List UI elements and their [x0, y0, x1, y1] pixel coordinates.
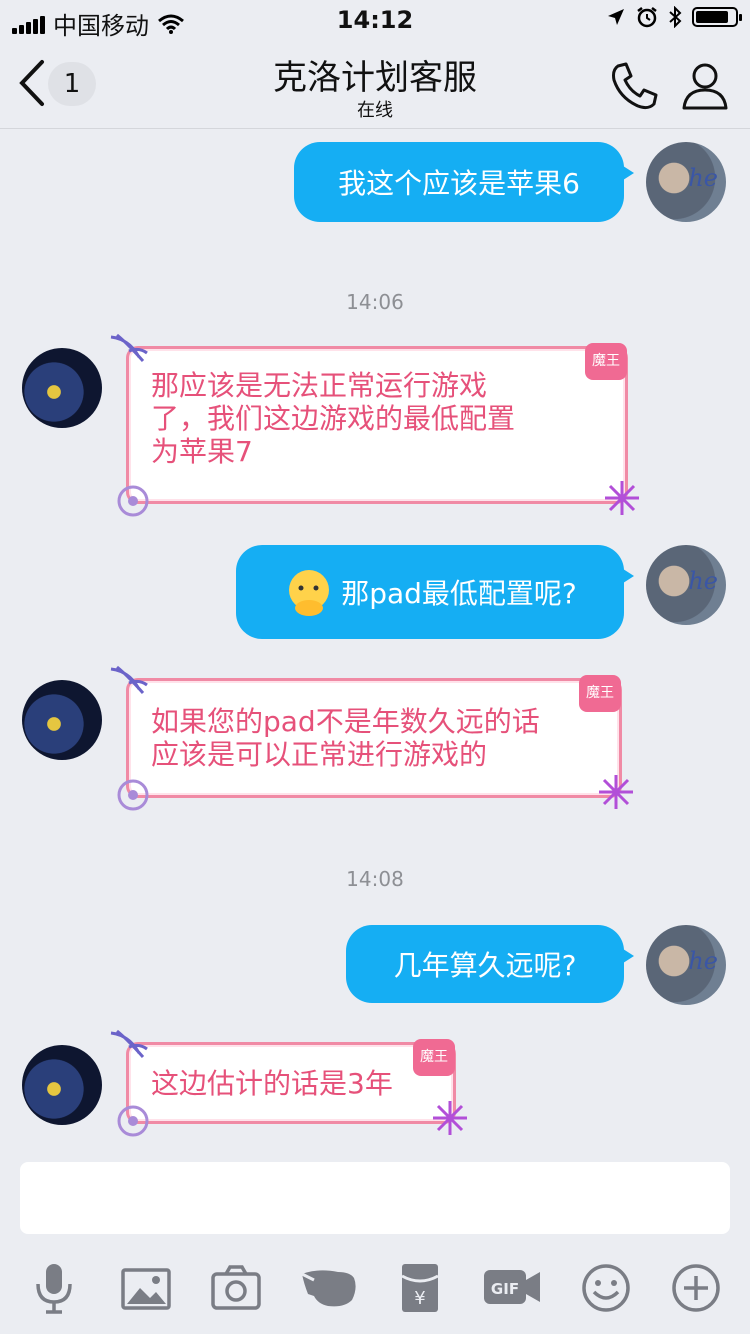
snowflake-decoration-icon: [433, 1101, 467, 1135]
bird-decoration-icon: [110, 333, 148, 362]
emoji-icon[interactable]: [578, 1260, 634, 1316]
status-bar: 中国移动 14:12: [0, 0, 750, 40]
my-message-bubble[interactable]: 那pad最低配置呢?: [236, 545, 634, 639]
my-avatar[interactable]: he: [646, 925, 726, 1005]
flower-decoration-icon: [117, 779, 149, 811]
snowflake-decoration-icon: [599, 775, 633, 809]
plus-icon[interactable]: [668, 1260, 724, 1316]
flower-decoration-icon: [117, 1105, 149, 1137]
flower-decoration-icon: [117, 485, 149, 517]
support-avatar[interactable]: [22, 1045, 102, 1125]
mic-icon[interactable]: [26, 1260, 82, 1316]
support-message-bubble[interactable]: 魔王 那应该是无法正常运行游戏 了，我们这边游戏的最低配置 为苹果7: [110, 333, 639, 517]
message-line: 了，我们这边游戏的最低配置: [151, 402, 516, 435]
svg-text:GIF: GIF: [491, 1280, 519, 1298]
message-input[interactable]: [20, 1162, 730, 1234]
message-text: 我这个应该是苹果6: [338, 167, 580, 200]
battery-icon: [692, 7, 742, 27]
role-tag: 魔王: [579, 675, 621, 712]
phone-icon[interactable]: [608, 60, 660, 112]
shy-emoji-icon: [289, 570, 330, 616]
snowflake-decoration-icon: [605, 481, 639, 515]
camera-icon[interactable]: [208, 1260, 264, 1316]
my-message-bubble[interactable]: 几年算久远呢?: [346, 925, 634, 1003]
message-text: 那pad最低配置呢?: [341, 577, 577, 610]
support-message-bubble[interactable]: 魔王 这边估计的话是3年: [110, 1029, 467, 1137]
message-line: 如果您的pad不是年数久远的话: [151, 705, 540, 738]
timestamp: 14:06: [346, 290, 404, 314]
role-tag: 魔王: [585, 343, 627, 380]
my-message-bubble[interactable]: 我这个应该是苹果6: [294, 142, 634, 222]
my-avatar[interactable]: he: [646, 142, 726, 222]
bird-decoration-icon: [110, 665, 148, 694]
timestamp: 14:08: [346, 867, 404, 891]
svg-text:¥: ¥: [414, 1288, 425, 1309]
gif-icon[interactable]: GIF: [482, 1260, 542, 1316]
bird-decoration-icon: [110, 1029, 148, 1058]
profile-icon[interactable]: [680, 60, 730, 112]
hand-icon[interactable]: [298, 1260, 360, 1316]
message-line: 那应该是无法正常运行游戏: [151, 369, 488, 402]
chat-header: 1 克洛计划客服 在线: [0, 40, 750, 129]
message-line: 应该是可以正常进行游戏的: [151, 738, 488, 771]
location-icon: [608, 9, 624, 25]
message-text: 几年算久远呢?: [393, 949, 577, 982]
support-message-bubble[interactable]: 魔王 如果您的pad不是年数久远的话 应该是可以正常进行游戏的: [110, 665, 633, 811]
support-avatar[interactable]: [22, 680, 102, 760]
alarm-icon: [637, 7, 657, 28]
image-icon[interactable]: [118, 1260, 174, 1316]
my-avatar[interactable]: he: [646, 545, 726, 625]
support-avatar[interactable]: [22, 348, 102, 428]
message-line: 这边估计的话是3年: [151, 1067, 393, 1100]
input-toolbar: ¥ GIF: [0, 1250, 750, 1322]
red-packet-icon[interactable]: ¥: [392, 1260, 448, 1316]
message-line: 为苹果7: [151, 435, 253, 468]
role-tag: 魔王: [413, 1039, 455, 1076]
bluetooth-icon: [669, 6, 682, 28]
